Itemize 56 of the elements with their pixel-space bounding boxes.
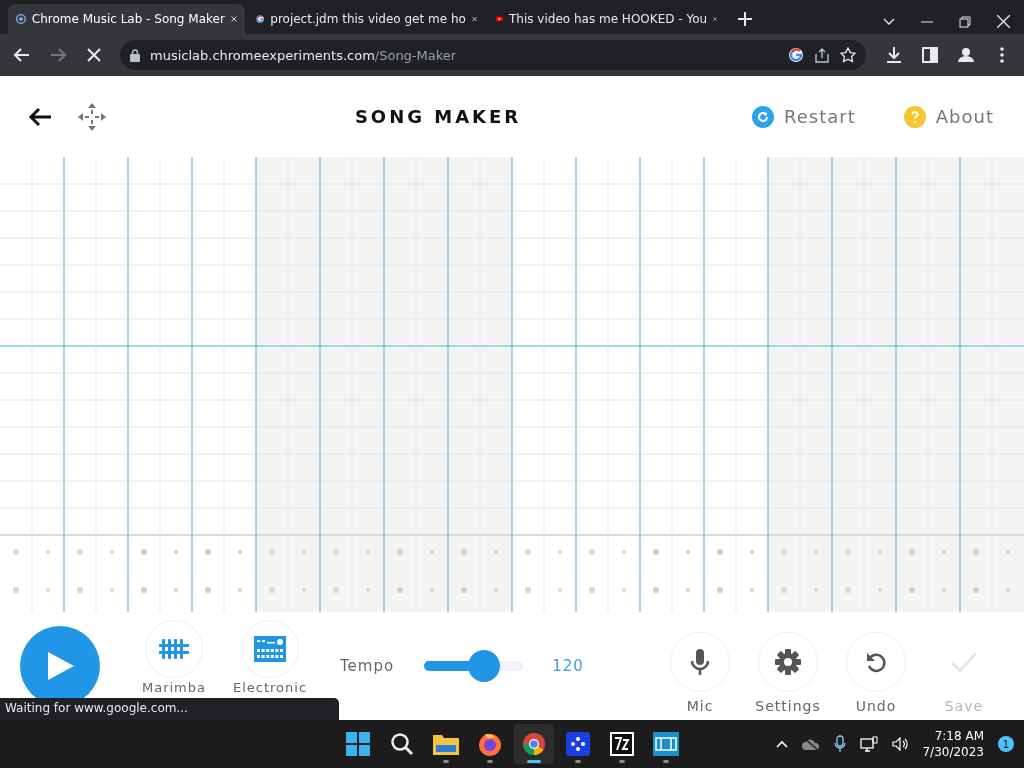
tempo-label: Tempo: [340, 657, 395, 675]
marimba-icon: [159, 638, 189, 660]
dots-app-icon[interactable]: [566, 732, 590, 756]
microphone-icon[interactable]: [834, 735, 847, 753]
browser-tab[interactable]: project.jdm this video get me ho: [248, 4, 485, 34]
chrome-icon[interactable]: [522, 732, 546, 756]
instrument-button[interactable]: Electronic: [222, 620, 318, 696]
clock-date[interactable]: 7/30/2023: [922, 744, 984, 760]
close-icon[interactable]: [230, 14, 237, 24]
play-icon: [46, 650, 74, 682]
browser-tab[interactable]: Chrome Music Lab - Song Maker: [8, 4, 245, 34]
app-title: SONG MAKER: [353, 106, 523, 127]
address-bar[interactable]: musiclab.chromeexperiments.com/Song-Maker: [120, 40, 866, 70]
firefox-icon[interactable]: [478, 732, 502, 756]
clock-time[interactable]: 7:18 AM: [934, 728, 984, 744]
new-tab-icon[interactable]: [738, 12, 752, 26]
folder-icon[interactable]: [433, 733, 459, 755]
archive-app-icon[interactable]: [610, 732, 634, 756]
google-icon: [788, 47, 804, 63]
taskbar-app[interactable]: [514, 724, 554, 764]
settings-button[interactable]: Settings: [744, 617, 832, 715]
back-arrow-icon[interactable]: [28, 106, 52, 127]
network-icon[interactable]: [860, 736, 879, 752]
restore-icon[interactable]: [959, 15, 971, 28]
close-icon[interactable]: [997, 15, 1010, 28]
settings-icon: [775, 648, 801, 675]
share-icon[interactable]: [814, 47, 830, 63]
cloud-off-icon[interactable]: [802, 737, 821, 751]
checkmark-icon: [950, 650, 978, 673]
instrument-button[interactable]: Marimba: [126, 620, 222, 696]
mic-button[interactable]: Mic: [656, 617, 744, 715]
lock-icon: [130, 48, 140, 62]
star-icon[interactable]: [840, 47, 856, 63]
url-text: musiclab.chromeexperiments.com/Song-Maker: [150, 47, 458, 63]
minimize-icon[interactable]: [921, 20, 933, 23]
search-icon[interactable]: [390, 732, 414, 756]
chevron-up-icon[interactable]: [776, 740, 789, 748]
restart-button[interactable]: Restart: [746, 104, 862, 129]
drum-machine-icon: [254, 636, 286, 662]
windows-start-icon[interactable]: [346, 732, 370, 756]
help-icon: [903, 105, 926, 128]
browser-tab[interactable]: This video has me HOOKED - You: [488, 4, 725, 34]
volume-icon[interactable]: [892, 737, 909, 751]
notification-badge[interactable]: 1: [998, 736, 1014, 752]
music-lab-icon: [16, 11, 26, 27]
tempo-value: 120: [552, 657, 584, 675]
close-icon[interactable]: [471, 14, 477, 24]
microphone-icon: [690, 647, 710, 676]
chevron-down-icon[interactable]: [883, 17, 895, 26]
undo-button[interactable]: Undo: [832, 617, 920, 715]
slider-thumb[interactable]: [468, 650, 501, 682]
status-tooltip: Waiting for www.google.com...: [0, 698, 339, 720]
tempo-slider[interactable]: [424, 650, 525, 682]
refresh-icon: [752, 105, 775, 128]
about-button[interactable]: About: [897, 104, 1000, 129]
move-icon[interactable]: [78, 102, 106, 131]
